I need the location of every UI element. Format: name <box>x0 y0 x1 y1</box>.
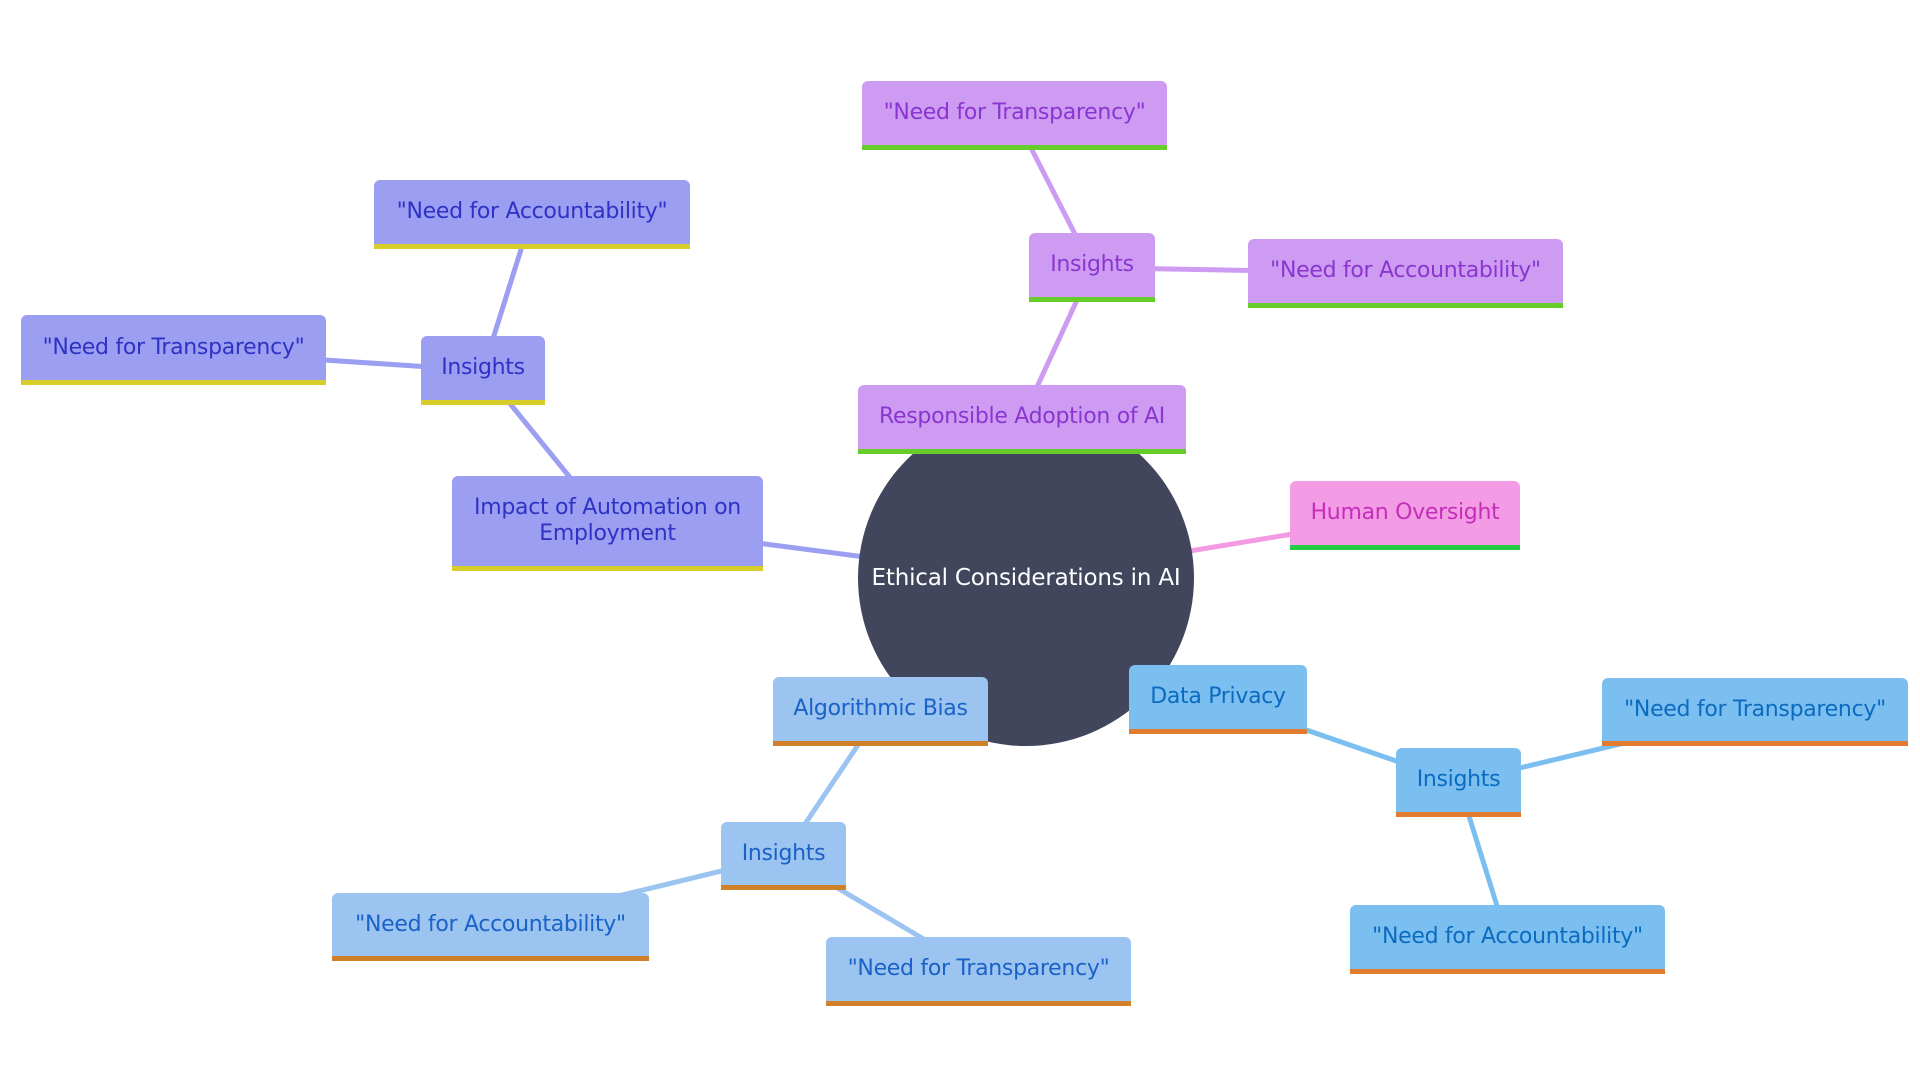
node-label: Data Privacy <box>1150 684 1286 709</box>
node-privacy-insights[interactable]: Insights <box>1396 748 1521 817</box>
node-privacy-accountability[interactable]: "Need for Accountability" <box>1350 905 1665 974</box>
node-label: Impact of Automation on Employment <box>474 495 741 546</box>
node-responsible-transparency[interactable]: "Need for Transparency" <box>862 81 1167 150</box>
node-label: "Need for Accountability" <box>1372 924 1643 949</box>
node-bias-accountability[interactable]: "Need for Accountability" <box>332 893 649 961</box>
node-responsible-accountability[interactable]: "Need for Accountability" <box>1248 239 1563 308</box>
node-impact-accountability[interactable]: "Need for Accountability" <box>374 180 690 249</box>
node-bias-insights[interactable]: Insights <box>721 822 846 890</box>
node-label: Algorithmic Bias <box>793 696 968 721</box>
node-impact-of-automation[interactable]: Impact of Automation on Employment <box>452 476 763 571</box>
node-impact-transparency[interactable]: "Need for Transparency" <box>21 315 326 385</box>
node-label: Human Oversight <box>1310 500 1500 525</box>
node-label: Insights <box>1050 252 1134 277</box>
node-label: Insights <box>741 840 826 866</box>
node-label: "Need for Transparency" <box>42 334 305 360</box>
node-bias-transparency[interactable]: "Need for Transparency" <box>826 937 1131 1006</box>
node-privacy-transparency[interactable]: "Need for Transparency" <box>1602 678 1908 746</box>
node-label: "Need for Accountability" <box>1270 258 1541 283</box>
node-label: "Need for Transparency" <box>1624 696 1886 722</box>
node-label: Insights <box>441 355 525 380</box>
node-data-privacy[interactable]: Data Privacy <box>1129 665 1307 734</box>
node-label: "Need for Accountability" <box>355 911 626 937</box>
node-label: "Need for Transparency" <box>847 956 1110 981</box>
node-responsible-insights[interactable]: Insights <box>1029 233 1155 302</box>
root-node-label: Ethical Considerations in AI <box>871 565 1181 591</box>
node-algorithmic-bias[interactable]: Algorithmic Bias <box>773 677 988 746</box>
node-label: "Need for Accountability" <box>396 199 668 224</box>
node-label: Responsible Adoption of AI <box>879 404 1165 429</box>
node-label: Insights <box>1416 767 1501 792</box>
node-impact-insights[interactable]: Insights <box>421 336 545 405</box>
node-human-oversight[interactable]: Human Oversight <box>1290 481 1520 550</box>
node-responsible-adoption[interactable]: Responsible Adoption of AI <box>858 385 1186 454</box>
node-label: "Need for Transparency" <box>883 100 1146 125</box>
